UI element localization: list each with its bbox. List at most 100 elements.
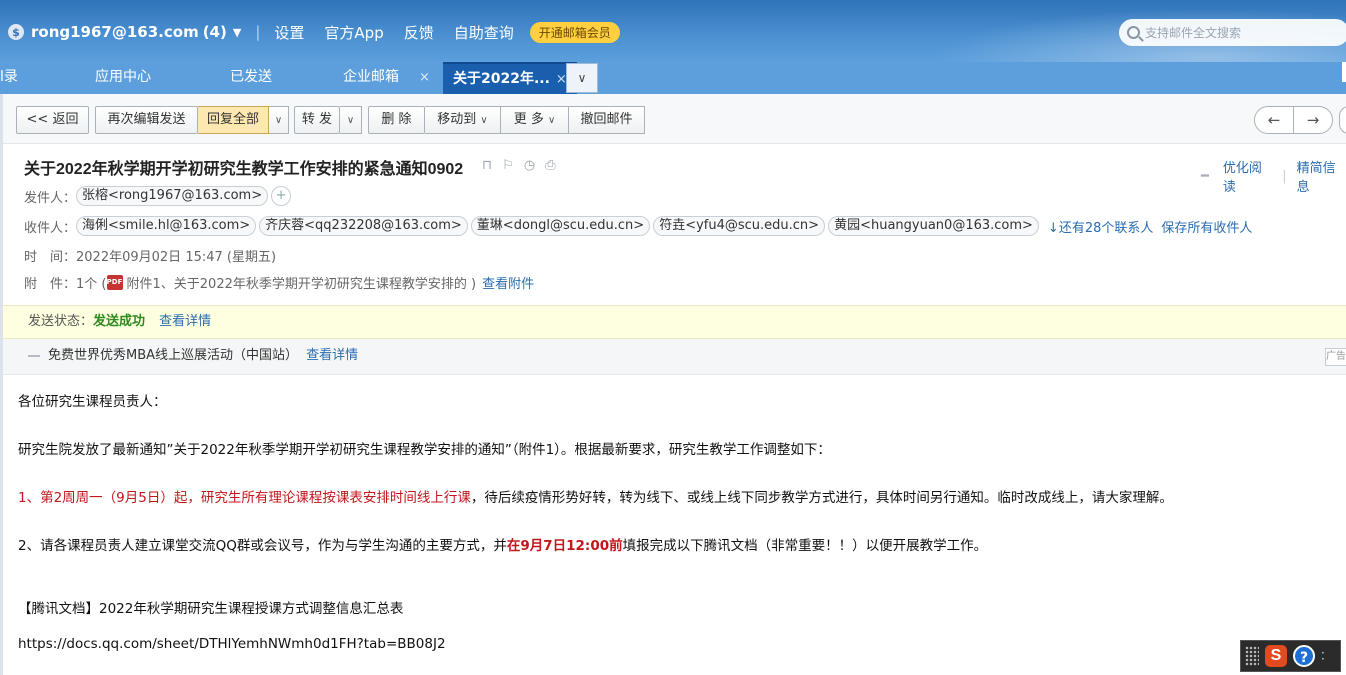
menu-icon[interactable]: · ·	[1321, 647, 1325, 665]
highlight-text: 1、第2周周一（9月5日）起，研究生所有理论课程按课表安排时间线上行课	[18, 490, 471, 506]
paragraph-text: 填报完成以下腾讯文档（非常重要！！）以便开展教学工作。	[622, 538, 988, 554]
chevron-down-icon[interactable]: ▼	[233, 26, 241, 39]
tab-dropdown[interactable]: ∨	[566, 63, 598, 93]
attachment-name[interactable]: 附件1、关于2022年秋季学期开学初研究生课程教学安排的 )	[127, 273, 477, 292]
flag-icon[interactable]: ⚐	[502, 158, 514, 173]
deadline-text: 在9月7日12:00前	[506, 538, 623, 554]
arrow-left-icon: ←	[1267, 111, 1281, 129]
drag-handle[interactable]	[1245, 646, 1259, 666]
recall-button[interactable]: 撤回邮件	[569, 106, 645, 134]
reedit-button[interactable]: 再次编辑发送	[95, 106, 198, 134]
sogou-icon[interactable]: S	[1265, 645, 1287, 667]
feedback-link[interactable]: 反馈	[404, 22, 434, 43]
ad-bar: 免费世界优秀MBA线上巡展活动（中国站） 查看详情	[0, 339, 1346, 375]
top-header: $ rong1967@163.com (4) ▼ | 设置 官方App 反馈 自…	[0, 0, 1346, 62]
reply-dropdown[interactable]: ∨	[269, 106, 289, 134]
tab-current-mail[interactable]: 关于2022年... ×	[443, 62, 577, 94]
doc-title: 【腾讯文档】2022年秋学期研究生课程授课方式调整信息汇总表	[18, 601, 404, 617]
brief-info-link[interactable]: 精简信息	[1297, 157, 1346, 195]
ad-detail-link[interactable]: 查看详情	[306, 348, 358, 363]
tab-bar: l录 应用中心 已发送 企业邮箱 × 关于2022年... ×	[0, 62, 1346, 94]
tab-label: 企业邮箱	[343, 69, 399, 85]
save-recipients-link[interactable]: 保存所有收件人	[1161, 217, 1252, 236]
move-label: 移动到	[437, 112, 477, 127]
self-service-link[interactable]: 自助查询	[454, 22, 514, 43]
search-input[interactable]: 支持邮件全文搜索	[1119, 19, 1346, 46]
reading-options: ━ 优化阅读 | 精简信息	[1201, 157, 1346, 195]
tab-address-book[interactable]: l录	[0, 62, 18, 94]
mail-toolbar: << 返回 再次编辑发送 回复全部 ∨ 转 发 ∨ 删 除 移动到 ∨ 更 多 …	[0, 94, 1346, 144]
greeting: 各位研究生课程员责人：	[18, 394, 167, 410]
search-placeholder: 支持邮件全文搜索	[1145, 26, 1242, 40]
arrow-right-icon: →	[1306, 111, 1320, 129]
recipients-row: 收件人： 海俐<smile.hl@163.com> 齐庆蓉<qq232208@1…	[24, 216, 1252, 236]
chevron-down-icon: ∨	[577, 71, 587, 85]
prev-mail-button[interactable]: ←	[1254, 106, 1294, 134]
bookmark-icon[interactable]: ⊓	[482, 158, 492, 173]
sent-time: 2022年09月02日 15:47 (星期五)	[76, 250, 277, 265]
sender-row: 发件人： 张榕<rong1967@163.com> +	[24, 186, 292, 206]
mail-subject: 关于2022年秋学期开学初研究生教学工作安排的紧急通知0902	[24, 161, 464, 178]
time-label: 时 间：	[24, 250, 77, 265]
paragraph-3: 2、请各课程员责人建立课堂交流QQ群或会议号，作为与学生沟通的主要方式，并在9月…	[18, 534, 987, 554]
recipient-chip[interactable]: 董琳<dongl@scu.edu.cn>	[470, 216, 651, 236]
delete-button[interactable]: 删 除	[368, 106, 425, 134]
doc-link[interactable]: https://docs.qq.com/sheet/DTHlYemhNWmh0d…	[18, 636, 446, 652]
clock-icon[interactable]: ◷	[524, 158, 535, 173]
time-row: 时 间： 2022年09月02日 15:47 (星期五)	[24, 246, 276, 265]
sender-chip[interactable]: 张榕<rong1967@163.com>	[76, 186, 269, 206]
paragraph-text: ，待后续疫情形势好转，转为线下、或线上线下同步教学方式进行，具体时间另行通知。临…	[470, 490, 1173, 506]
extra-nav-button[interactable]	[1339, 106, 1346, 134]
coin-icon: $	[8, 24, 24, 40]
move-to-button[interactable]: 移动到 ∨	[425, 106, 501, 134]
divider: |	[1282, 168, 1287, 184]
forward-button[interactable]: 转 发	[294, 106, 340, 134]
tab-sent[interactable]: 已发送	[230, 62, 272, 94]
forward-dropdown[interactable]: ∨	[340, 106, 362, 134]
official-app-link[interactable]: 官方App	[324, 22, 383, 43]
tab-enterprise-mail[interactable]: 企业邮箱 ×	[343, 62, 430, 94]
back-button[interactable]: << 返回	[16, 106, 89, 134]
recipients-label: 收件人：	[24, 220, 77, 236]
tab-label: 关于2022年...	[453, 71, 550, 87]
account-name[interactable]: rong1967@163.com	[31, 23, 199, 41]
add-contact-icon[interactable]: +	[271, 186, 292, 206]
ad-tag: 广告	[1325, 348, 1346, 366]
view-attachment-link[interactable]: 查看附件	[482, 273, 534, 292]
edge-marker	[1342, 62, 1346, 82]
collapse-icon[interactable]	[28, 354, 40, 357]
attachment-label: 附 件：	[24, 277, 77, 292]
account-bar: $ rong1967@163.com (4) ▼ | 设置 官方App 反馈 自…	[8, 20, 620, 44]
more-button[interactable]: 更 多 ∨	[501, 106, 569, 134]
recipient-chip[interactable]: 海俐<smile.hl@163.com>	[76, 216, 257, 236]
recipient-chip[interactable]: 齐庆蓉<qq232208@163.com>	[259, 216, 468, 236]
chevron-down-icon: ∨	[274, 115, 283, 126]
ad-text[interactable]: 免费世界优秀MBA线上巡展活动（中国站）	[48, 348, 298, 363]
divider: |	[255, 23, 261, 41]
pdf-icon: PDF	[106, 275, 123, 290]
sender-label: 发件人：	[24, 190, 77, 206]
send-status-bar: 发送状态：发送成功 查看详情	[0, 305, 1346, 339]
recipient-chip[interactable]: 黄园<huangyuan0@163.com>	[828, 216, 1039, 236]
ime-toolbar: S ? · ·	[1240, 640, 1341, 672]
print-icon[interactable]: ⎙	[545, 158, 555, 173]
paragraph-text: 2、请各课程员责人建立课堂交流QQ群或会议号，作为与学生沟通的主要方式，并	[18, 538, 507, 554]
settings-link[interactable]: 设置	[274, 22, 304, 43]
subject-icons: ⊓ ⚐ ◷ ⎙	[482, 158, 556, 173]
tab-app-center[interactable]: 应用中心	[95, 62, 151, 94]
left-border	[0, 94, 3, 675]
status-detail-link[interactable]: 查看详情	[159, 314, 211, 329]
close-icon[interactable]: ×	[419, 70, 430, 85]
recipient-chip[interactable]: 符垚<yfu4@scu.edu.cn>	[653, 216, 826, 236]
help-icon[interactable]: ?	[1293, 645, 1315, 667]
unread-count[interactable]: (4)	[203, 23, 227, 41]
paragraph-1: 研究生院发放了最新通知”关于2022年秋季学期开学初研究生课程教学安排的通知”（…	[18, 442, 831, 458]
next-mail-button[interactable]: →	[1293, 106, 1333, 134]
minus-icon: ━	[1201, 168, 1209, 184]
chevron-down-icon: ∨	[547, 115, 556, 126]
reply-all-button[interactable]: 回复全部	[198, 106, 269, 134]
optimize-reading-link[interactable]: 优化阅读	[1223, 157, 1272, 195]
vip-button[interactable]: 开通邮箱会员	[529, 21, 620, 43]
attachment-count: 1个 (	[76, 277, 107, 292]
more-contacts-link[interactable]: ↓还有28个联系人	[1048, 217, 1153, 236]
